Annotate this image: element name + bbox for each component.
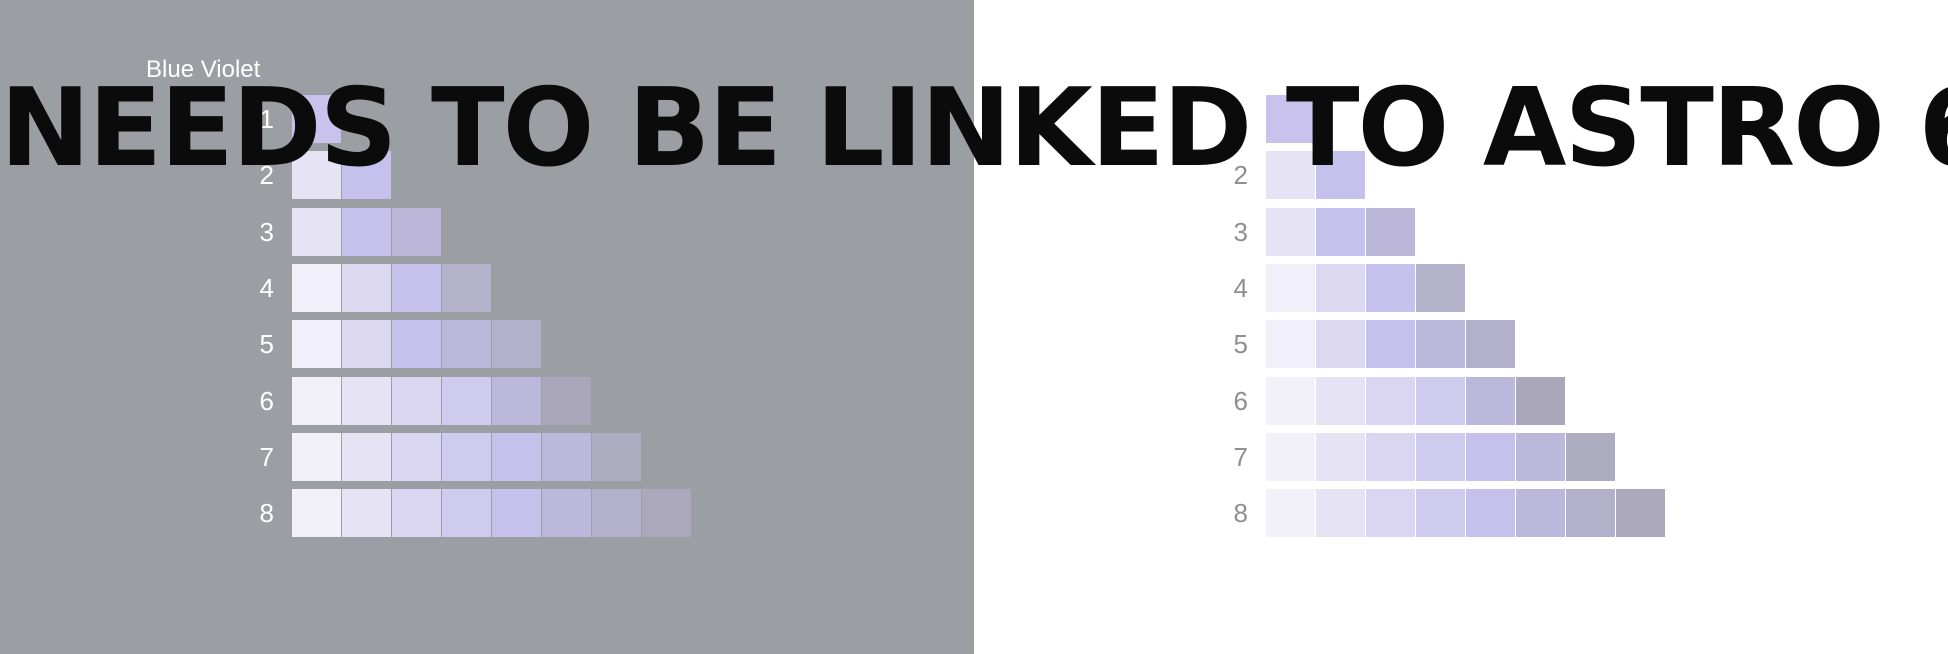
color-swatch bbox=[292, 432, 341, 481]
color-swatch bbox=[1566, 432, 1615, 481]
color-swatch bbox=[392, 489, 441, 538]
ramp-label-5: 5 bbox=[1233, 329, 1248, 360]
color-swatch bbox=[1316, 263, 1365, 312]
color-swatch bbox=[542, 489, 591, 538]
color-swatch bbox=[1316, 320, 1365, 369]
ramp-label-6: 6 bbox=[259, 385, 274, 416]
color-swatch bbox=[342, 320, 391, 369]
ramp-label-8: 8 bbox=[259, 498, 274, 529]
color-swatch bbox=[1416, 489, 1465, 538]
color-swatch bbox=[1366, 263, 1415, 312]
color-swatch bbox=[1516, 489, 1565, 538]
color-swatch bbox=[1266, 376, 1315, 425]
color-swatch bbox=[1266, 432, 1315, 481]
color-swatch bbox=[1516, 432, 1565, 481]
ramp-label-3: 3 bbox=[259, 216, 274, 247]
ramp-label-4: 4 bbox=[1233, 272, 1248, 303]
color-swatch bbox=[492, 489, 541, 538]
color-swatch bbox=[592, 489, 641, 538]
color-swatch bbox=[292, 207, 341, 256]
ramp-label-3: 3 bbox=[1233, 216, 1248, 247]
ramp-label-7: 7 bbox=[259, 441, 274, 472]
ramp-label-6: 6 bbox=[1233, 385, 1248, 416]
color-swatch bbox=[442, 320, 491, 369]
color-swatch bbox=[1266, 207, 1315, 256]
color-swatch bbox=[392, 320, 441, 369]
color-swatch bbox=[342, 376, 391, 425]
color-swatch bbox=[392, 376, 441, 425]
color-swatch bbox=[1316, 376, 1365, 425]
color-swatch bbox=[1416, 432, 1465, 481]
color-swatch bbox=[392, 263, 441, 312]
color-swatch bbox=[342, 207, 391, 256]
ramp-label-4: 4 bbox=[259, 272, 274, 303]
color-swatch bbox=[1566, 489, 1615, 538]
color-swatch bbox=[342, 489, 391, 538]
color-swatch bbox=[1366, 207, 1415, 256]
color-swatch bbox=[1466, 432, 1515, 481]
color-swatch bbox=[342, 432, 391, 481]
color-swatch bbox=[1416, 376, 1465, 425]
color-swatch bbox=[1466, 320, 1515, 369]
color-swatch bbox=[392, 207, 441, 256]
overlay-banner-text: NEEDS TO BE LINKED TO ASTRO 6 bbox=[0, 66, 1948, 191]
ramp-label-7: 7 bbox=[1233, 441, 1248, 472]
color-swatch bbox=[1416, 320, 1465, 369]
color-swatch bbox=[442, 432, 491, 481]
color-swatch bbox=[1466, 376, 1515, 425]
color-swatch bbox=[1366, 432, 1415, 481]
color-swatch bbox=[442, 376, 491, 425]
color-swatch bbox=[1516, 376, 1565, 425]
color-swatch bbox=[392, 432, 441, 481]
color-swatch bbox=[1366, 376, 1415, 425]
color-swatch bbox=[492, 320, 541, 369]
color-swatch bbox=[1316, 432, 1365, 481]
color-swatch bbox=[542, 376, 591, 425]
color-swatch bbox=[1466, 489, 1515, 538]
color-swatch bbox=[1416, 263, 1465, 312]
color-swatch bbox=[292, 263, 341, 312]
color-swatch bbox=[292, 489, 341, 538]
color-swatch bbox=[442, 263, 491, 312]
color-swatch bbox=[1266, 489, 1315, 538]
color-swatch bbox=[442, 489, 491, 538]
color-swatch bbox=[1266, 263, 1315, 312]
color-swatch bbox=[1366, 489, 1415, 538]
ramp-label-5: 5 bbox=[259, 329, 274, 360]
color-swatch bbox=[592, 432, 641, 481]
color-swatch bbox=[292, 320, 341, 369]
color-swatch bbox=[342, 263, 391, 312]
color-swatch bbox=[642, 489, 691, 538]
color-swatch bbox=[1266, 320, 1315, 369]
color-swatch bbox=[292, 376, 341, 425]
color-swatch bbox=[542, 432, 591, 481]
color-swatch bbox=[1366, 320, 1415, 369]
color-swatch bbox=[1616, 489, 1665, 538]
color-swatch bbox=[1316, 207, 1365, 256]
color-swatch bbox=[1316, 489, 1365, 538]
color-swatch bbox=[492, 376, 541, 425]
ramp-label-8: 8 bbox=[1233, 498, 1248, 529]
color-swatch bbox=[492, 432, 541, 481]
